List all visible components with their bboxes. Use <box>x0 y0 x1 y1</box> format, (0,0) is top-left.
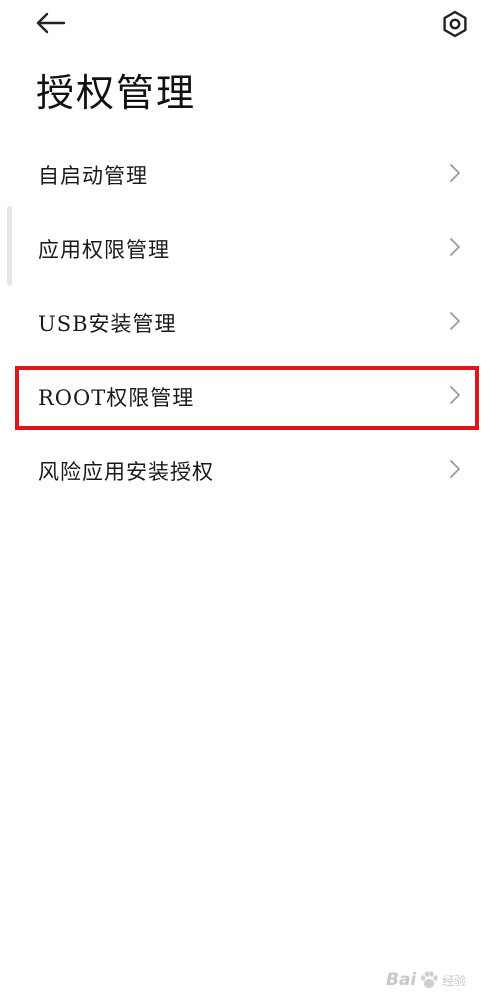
menu-item-app-permissions[interactable]: 应用权限管理 <box>0 210 500 284</box>
menu-item-label: 应用权限管理 <box>38 238 170 262</box>
menu-list: 自启动管理 应用权限管理 USB安装管理 ROOT权限管理 风险应用安装授权 <box>0 136 500 506</box>
menu-item-root-permissions[interactable]: ROOT权限管理 <box>0 358 500 432</box>
gear-icon <box>443 10 467 38</box>
chevron-right-icon <box>450 386 460 404</box>
chevron-right-icon <box>450 164 460 182</box>
chevron-right-icon <box>450 460 460 478</box>
menu-item-usb-install[interactable]: USB安装管理 <box>0 284 500 358</box>
menu-item-risk-app-install[interactable]: 风险应用安装授权 <box>0 432 500 506</box>
menu-item-label: 风险应用安装授权 <box>38 460 214 484</box>
chevron-right-icon <box>450 312 460 330</box>
menu-item-label: 自启动管理 <box>38 164 148 188</box>
top-bar <box>0 0 500 50</box>
back-arrow-icon <box>36 12 66 34</box>
watermark-brand: Bai <box>386 970 417 990</box>
watermark-suffix: 经验 <box>442 973 467 988</box>
baidu-jingyan-watermark: Bai 经验 <box>386 966 466 994</box>
page-title: 授权管理 <box>36 71 197 115</box>
menu-item-auto-start[interactable]: 自启动管理 <box>0 136 500 210</box>
menu-item-label: ROOT权限管理 <box>38 386 195 410</box>
chevron-right-icon <box>450 238 460 256</box>
settings-button[interactable] <box>440 9 470 39</box>
paw-icon <box>421 971 438 989</box>
back-button[interactable] <box>34 8 68 38</box>
menu-item-label: USB安装管理 <box>38 312 177 336</box>
